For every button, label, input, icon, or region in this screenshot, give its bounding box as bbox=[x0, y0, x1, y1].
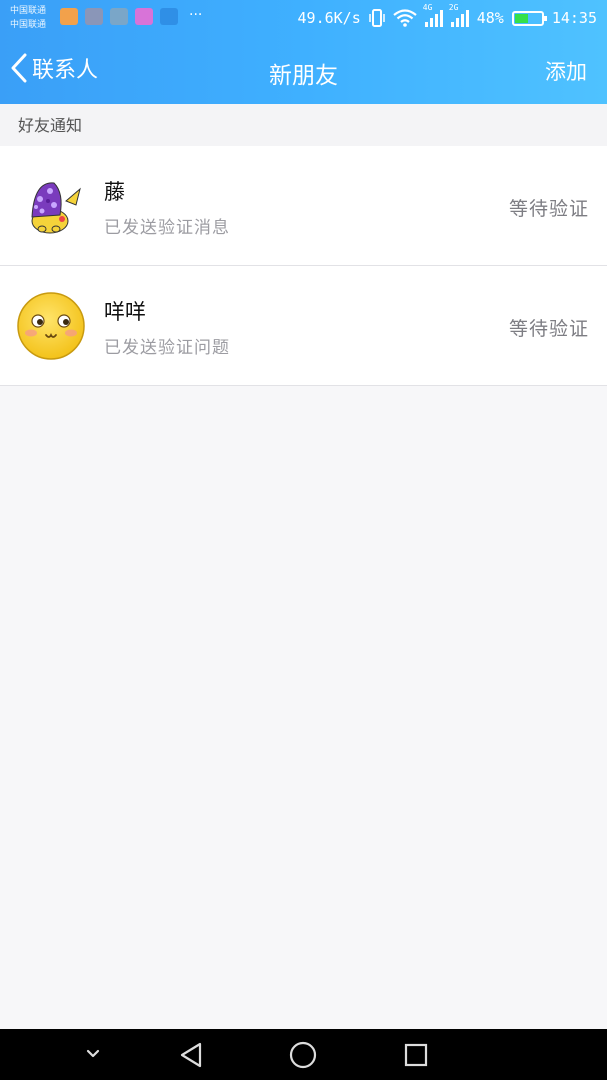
vibrate-icon bbox=[369, 9, 385, 27]
signal-4g: 4G bbox=[423, 3, 443, 27]
wifi-icon bbox=[393, 9, 417, 27]
signal-2g: 2G bbox=[449, 3, 469, 27]
carrier-info: 中国联通 中国联通 bbox=[10, 4, 46, 32]
request-status: 等待验证 bbox=[508, 318, 589, 340]
carrier-2: 中国联通 bbox=[10, 20, 47, 30]
net-4g-label: 4G bbox=[422, 3, 433, 12]
smiley-avatar bbox=[17, 292, 85, 360]
pikachu-avatar bbox=[16, 171, 86, 241]
telegram-notification-icon bbox=[160, 8, 178, 25]
nav-bar: 联系人 新朋友 添加 bbox=[0, 36, 607, 104]
nav-down-icon[interactable] bbox=[84, 1047, 102, 1061]
battery-percent: 48% bbox=[476, 9, 504, 27]
status-right: 49.6K/s 4G 2G 48% 14:35 bbox=[297, 3, 597, 28]
app-header: 中国联通 中国联通 ··· 49.6K/s 4G 2G 48% 14:35 联系… bbox=[0, 0, 607, 104]
clock: 14:35 bbox=[551, 9, 597, 27]
request-name: 咩咩 bbox=[104, 300, 146, 324]
net-2g-label: 2G bbox=[448, 3, 459, 12]
net-speed: 49.6K/s bbox=[297, 9, 361, 27]
app-notification-icon bbox=[110, 8, 128, 25]
page-title: 新朋友 bbox=[269, 63, 338, 89]
nav-back-icon[interactable] bbox=[176, 1040, 206, 1070]
add-button[interactable]: 添加 bbox=[545, 56, 587, 86]
app-notification-icon bbox=[60, 8, 78, 25]
system-nav-bar bbox=[0, 1029, 607, 1080]
battery-icon bbox=[511, 10, 547, 26]
app-notification-icon bbox=[85, 8, 103, 25]
friend-request-row[interactable]: 咩咩 已发送验证问题 等待验证 bbox=[0, 266, 607, 386]
nav-home-icon[interactable] bbox=[288, 1040, 318, 1070]
request-message: 已发送验证问题 bbox=[104, 338, 230, 358]
nav-recent-icon[interactable] bbox=[402, 1041, 430, 1069]
friend-request-row[interactable]: 藤 已发送验证消息 等待验证 bbox=[0, 146, 607, 266]
section-header: 好友通知 bbox=[0, 104, 607, 146]
request-status: 等待验证 bbox=[508, 198, 589, 220]
request-message: 已发送验证消息 bbox=[104, 218, 230, 238]
status-bar: 中国联通 中国联通 ··· 49.6K/s 4G 2G 48% 14:35 bbox=[0, 0, 607, 36]
friend-request-list: 藤 已发送验证消息 等待验证 咩咩 已发送验证问题 等待验证 bbox=[0, 146, 607, 386]
carrier-1: 中国联通 bbox=[10, 6, 47, 16]
more-notifications-icon: ··· bbox=[189, 7, 203, 23]
request-name: 藤 bbox=[104, 180, 125, 204]
gallery-notification-icon bbox=[135, 8, 153, 25]
notification-icons: ··· bbox=[60, 8, 202, 25]
